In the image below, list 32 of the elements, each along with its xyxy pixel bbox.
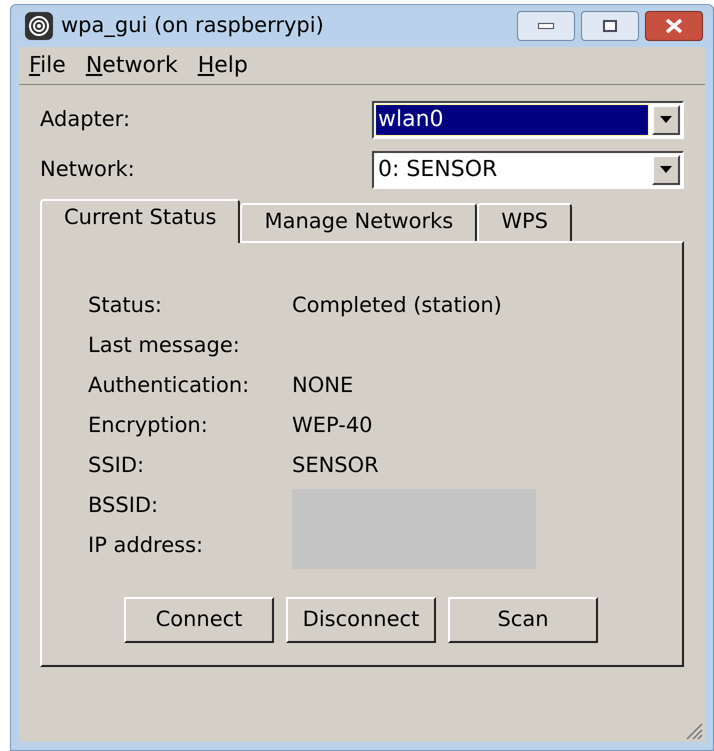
window-title: wpa_gui (on raspberrypi): [61, 12, 325, 40]
status-label: BSSID:: [88, 492, 160, 519]
dropdown-field[interactable]: 0: SENSOR: [372, 151, 684, 189]
status-label: SSID:: [88, 452, 146, 479]
status-value: NONE: [292, 372, 354, 399]
wireless-signal-icon: [25, 12, 53, 40]
status-value: Completed (station): [292, 292, 503, 319]
status-label: Status:: [88, 292, 163, 319]
tab[interactable]: Current Status: [40, 199, 240, 243]
status-label: Encryption:: [88, 412, 209, 439]
dropdown-field[interactable]: wlan0: [372, 101, 684, 139]
close-icon: [665, 19, 683, 33]
field-label: Network:: [40, 156, 135, 184]
status-value: SENSOR: [292, 452, 380, 479]
status-label: Authentication:: [88, 372, 250, 399]
dropdown-value: wlan0: [376, 105, 648, 135]
menu-item[interactable]: Help: [198, 49, 248, 82]
status-label: IP address:: [88, 532, 204, 559]
tab[interactable]: WPS: [477, 203, 572, 241]
status-value: WEP-40: [292, 412, 374, 439]
action-button[interactable]: Connect: [124, 597, 274, 643]
menu-item[interactable]: Network: [86, 49, 178, 82]
field-label: Adapter:: [40, 106, 130, 134]
tab[interactable]: Manage Networks: [240, 203, 478, 241]
maximize-button[interactable]: [581, 11, 639, 41]
menu-item[interactable]: File: [29, 49, 66, 82]
status-label: Last message:: [88, 332, 241, 359]
action-button[interactable]: Disconnect: [286, 597, 436, 643]
dropdown-value: 0: SENSOR: [377, 156, 498, 184]
minimize-button[interactable]: [517, 11, 575, 41]
close-button[interactable]: [645, 11, 703, 41]
action-button[interactable]: Scan: [448, 597, 598, 643]
